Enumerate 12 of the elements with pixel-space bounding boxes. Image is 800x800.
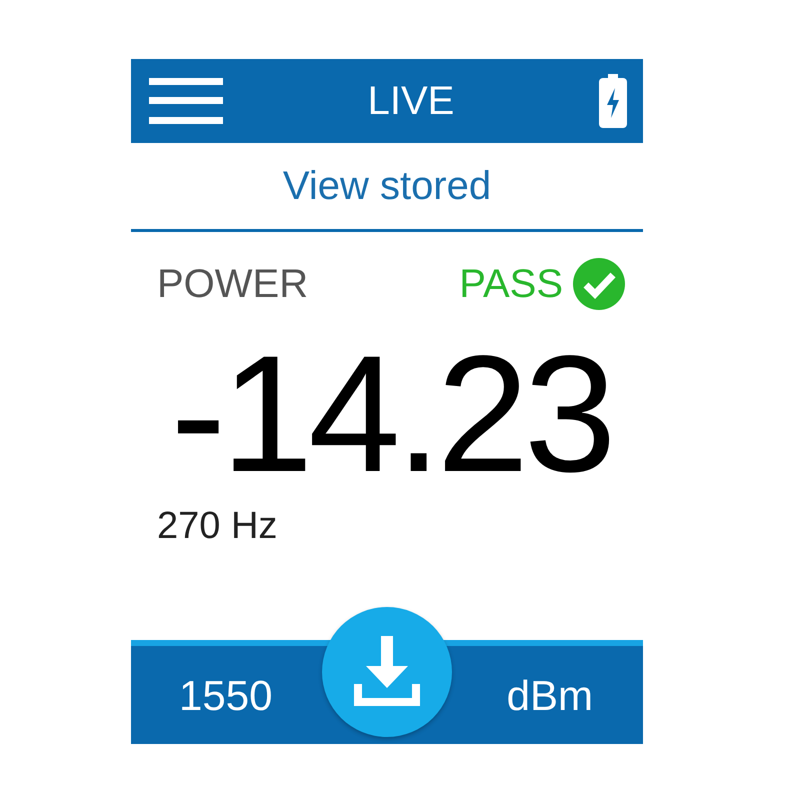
wavelength-label: 1550 (179, 670, 272, 720)
view-stored-link[interactable]: View stored (282, 156, 492, 216)
power-reading: -14.23 (170, 332, 612, 498)
screen-title: LIVE (368, 78, 454, 125)
measurement-label: POWER (157, 261, 308, 308)
check-circle-icon (573, 258, 625, 310)
battery-charging-icon (599, 74, 627, 128)
download-icon (352, 636, 422, 708)
frequency-label: 270 Hz (157, 505, 278, 547)
unit-label: dBm (506, 670, 593, 720)
status-label: PASS (459, 261, 563, 308)
menu-icon[interactable] (149, 78, 223, 124)
